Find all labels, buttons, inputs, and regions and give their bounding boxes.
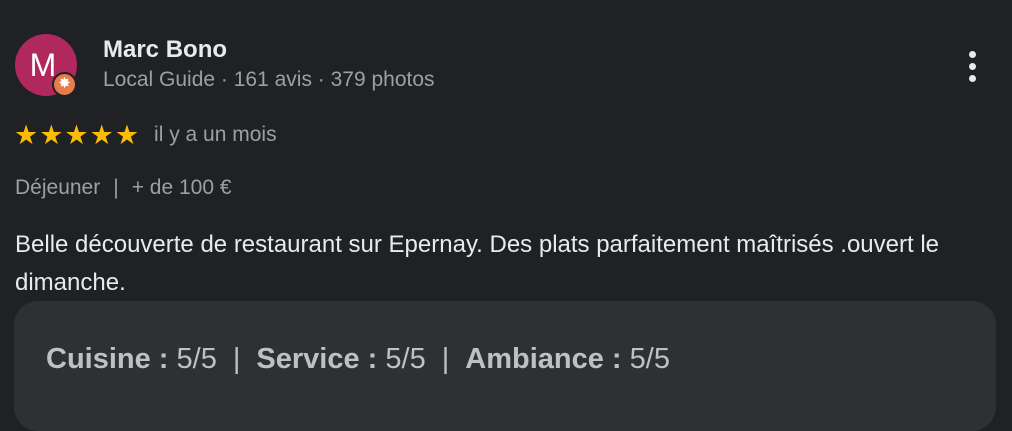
more-options-button[interactable] xyxy=(955,44,989,88)
visit-meta: Déjeuner | + de 100 € xyxy=(15,176,232,200)
score-separator: | xyxy=(232,343,241,375)
scores-card: Cuisine : 5/5 | Service : 5/5 | Ambiance… xyxy=(14,301,996,431)
meal-type: Déjeuner xyxy=(15,176,101,199)
meta-separator: | xyxy=(113,176,119,199)
more-vert-icon-dot xyxy=(968,50,976,58)
ambiance-label: Ambiance : xyxy=(465,343,622,375)
service-label: Service : xyxy=(256,343,378,375)
cuisine-label: Cuisine : xyxy=(46,343,169,375)
review-text: Belle découverte de restaurant sur Epern… xyxy=(15,231,940,296)
author-meta[interactable]: Local Guide · 161 avis · 379 photos xyxy=(103,68,435,92)
cuisine-score: 5/5 xyxy=(176,343,217,375)
star-rating: ★★★★★ xyxy=(14,120,141,150)
local-guide-badge-icon: ✸ xyxy=(52,72,77,97)
scores-line: Cuisine : 5/5 | Service : 5/5 | Ambiance… xyxy=(46,343,670,376)
more-vert-icon-dot xyxy=(968,62,976,70)
ambiance-score: 5/5 xyxy=(629,343,670,375)
service-score: 5/5 xyxy=(385,343,426,375)
review-date: il y a un mois xyxy=(154,123,277,146)
more-vert-icon-dot xyxy=(968,74,976,82)
price-range: + de 100 € xyxy=(131,176,232,199)
score-separator: | xyxy=(441,343,450,375)
rating-row: ★★★★★ il y a un mois xyxy=(14,120,277,150)
author-name[interactable]: Marc Bono xyxy=(103,36,227,64)
